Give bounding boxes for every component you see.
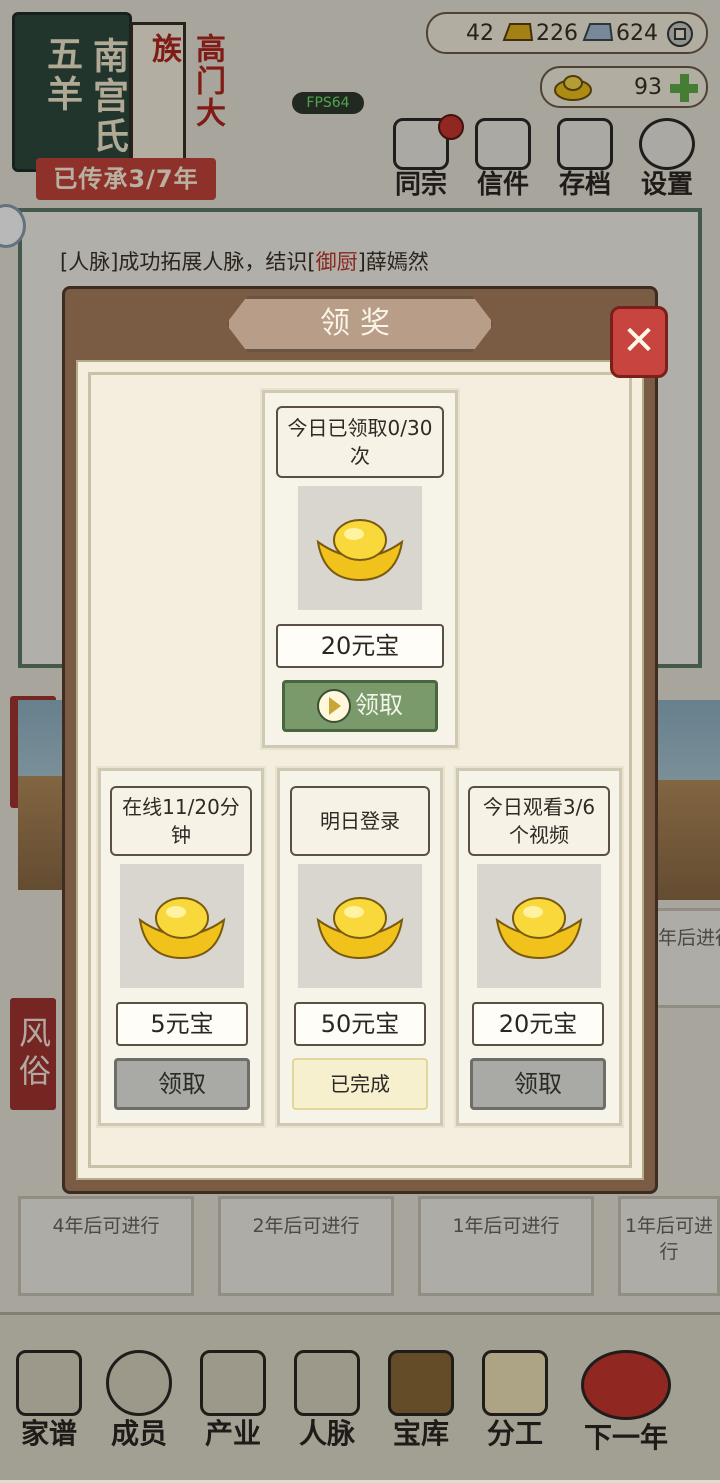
ingot-icon: [316, 897, 404, 960]
close-button[interactable]: ✕: [610, 306, 668, 378]
reward-card-daily-image: [298, 486, 422, 610]
reward-card-online-title: 在线11/20分钟: [110, 786, 252, 856]
reward-modal-title: 领奖: [226, 296, 494, 352]
ingot-icon: [316, 519, 404, 582]
reward-card-login-amount: 50元宝: [294, 1002, 426, 1046]
ingot-icon: [138, 897, 226, 960]
ingot-icon: [495, 897, 583, 960]
reward-card-video-amount: 20元宝: [472, 1002, 604, 1046]
claim-online-button[interactable]: 领取: [114, 1058, 250, 1110]
play-video-icon: [317, 689, 351, 723]
reward-card-video-image: [477, 864, 601, 988]
close-icon: ✕: [622, 318, 656, 364]
reward-card-daily-amount: 20元宝: [276, 624, 444, 668]
reward-card-online-image: [120, 864, 244, 988]
reward-card-login-title: 明日登录: [290, 786, 430, 856]
claim-video-button[interactable]: 领取: [470, 1058, 606, 1110]
reward-card-online-amount: 5元宝: [116, 1002, 248, 1046]
claim-ad-button[interactable]: 领取: [282, 680, 438, 732]
login-completed-button: 已完成: [292, 1058, 428, 1110]
reward-card-video-title: 今日观看3/6个视频: [468, 786, 610, 856]
reward-card-daily-title: 今日已领取0/30次: [276, 406, 444, 478]
reward-card-login-image: [298, 864, 422, 988]
claim-ad-button-label: 领取: [355, 691, 403, 719]
